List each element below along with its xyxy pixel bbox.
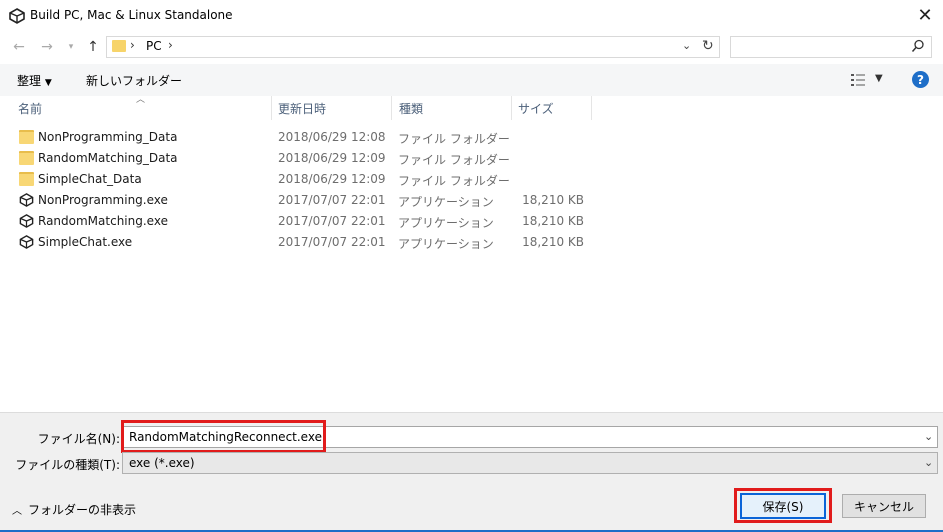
file-name: SimpleChat.exe bbox=[38, 235, 133, 249]
breadcrumb-separator[interactable]: › bbox=[168, 38, 173, 52]
breadcrumb-separator: › bbox=[130, 38, 135, 52]
search-icon[interactable] bbox=[911, 39, 925, 53]
file-date: 2017/07/07 22:01 bbox=[278, 193, 386, 207]
sort-ascending-icon: ︿ bbox=[136, 95, 146, 105]
file-name: RandomMatching.exe bbox=[38, 214, 168, 228]
chevron-down-icon: ▼ bbox=[44, 78, 52, 88]
save-button[interactable]: 保存(S) bbox=[740, 493, 826, 519]
folder-icon bbox=[19, 151, 34, 165]
file-size: 18,210 KB bbox=[522, 214, 584, 228]
back-arrow-icon[interactable]: ← bbox=[10, 38, 28, 56]
organize-label: 整理 bbox=[17, 74, 42, 88]
file-size: 18,210 KB bbox=[522, 235, 584, 249]
file-date: 2017/07/07 22:01 bbox=[278, 235, 386, 249]
address-bar[interactable] bbox=[106, 36, 720, 58]
file-name: RandomMatching_Data bbox=[38, 151, 178, 165]
column-divider[interactable] bbox=[591, 96, 592, 120]
search-input[interactable] bbox=[730, 36, 932, 58]
window-title: Build PC, Mac & Linux Standalone bbox=[30, 8, 233, 22]
help-icon[interactable]: ? bbox=[912, 71, 929, 88]
column-divider[interactable] bbox=[271, 96, 272, 120]
breadcrumb-pc[interactable]: PC bbox=[146, 39, 162, 53]
column-header-name[interactable]: 名前 bbox=[18, 100, 42, 117]
new-folder-button[interactable]: 新しいフォルダー bbox=[86, 72, 182, 89]
file-name: SimpleChat_Data bbox=[38, 172, 142, 186]
column-header-size[interactable]: サイズ bbox=[518, 100, 554, 117]
column-divider[interactable] bbox=[511, 96, 512, 120]
unity-icon bbox=[19, 193, 34, 207]
column-divider[interactable] bbox=[391, 96, 392, 120]
unity-icon bbox=[19, 235, 34, 249]
hide-folders-label: フォルダーの非表示 bbox=[28, 503, 137, 517]
column-header-type[interactable]: 種類 bbox=[399, 100, 423, 117]
file-type: アプリケーション bbox=[398, 237, 494, 251]
filetype-select[interactable]: exe (*.exe) bbox=[122, 452, 938, 474]
file-name: NonProgramming.exe bbox=[38, 193, 168, 207]
folder-icon bbox=[19, 172, 34, 186]
filename-label: ファイル名(N): bbox=[37, 432, 120, 446]
chevron-down-icon[interactable]: ⌄ bbox=[924, 456, 933, 469]
chevron-down-icon[interactable]: ⌄ bbox=[682, 39, 691, 52]
file-size: 18,210 KB bbox=[522, 193, 584, 207]
file-type: アプリケーション bbox=[398, 216, 494, 230]
chevron-down-icon[interactable]: ▼ bbox=[875, 73, 883, 84]
filetype-label: ファイルの種類(T): bbox=[15, 458, 120, 472]
cancel-button[interactable]: キャンセル bbox=[842, 494, 926, 518]
chevron-up-icon: ︿ bbox=[12, 506, 22, 517]
file-date: 2018/06/29 12:08 bbox=[278, 130, 386, 144]
refresh-icon[interactable]: ↻ bbox=[702, 38, 714, 54]
file-name: NonProgramming_Data bbox=[38, 130, 178, 144]
file-type: アプリケーション bbox=[398, 195, 494, 209]
file-type: ファイル フォルダー bbox=[398, 174, 510, 188]
organize-menu[interactable]: 整理 ▼ bbox=[17, 72, 52, 89]
view-options-icon[interactable] bbox=[850, 73, 866, 87]
close-button[interactable]: ✕ bbox=[910, 2, 940, 28]
annotation-highlight-box bbox=[121, 420, 326, 453]
unity-icon bbox=[19, 214, 34, 228]
forward-arrow-icon[interactable]: → bbox=[38, 38, 56, 56]
file-date: 2018/06/29 12:09 bbox=[278, 151, 386, 165]
file-date: 2017/07/07 22:01 bbox=[278, 214, 386, 228]
recent-locations-chevron-icon[interactable]: ▾ bbox=[62, 38, 80, 56]
file-type: ファイル フォルダー bbox=[398, 132, 510, 146]
hide-folders-toggle[interactable]: ︿ フォルダーの非表示 bbox=[12, 501, 136, 518]
column-header-date[interactable]: 更新日時 bbox=[278, 100, 326, 117]
file-date: 2018/06/29 12:09 bbox=[278, 172, 386, 186]
chevron-down-icon[interactable]: ⌄ bbox=[924, 430, 933, 443]
folder-icon bbox=[112, 40, 126, 52]
folder-icon bbox=[19, 130, 34, 144]
file-type: ファイル フォルダー bbox=[398, 153, 510, 167]
up-arrow-icon[interactable]: ↑ bbox=[84, 38, 102, 56]
unity-icon bbox=[9, 8, 25, 24]
